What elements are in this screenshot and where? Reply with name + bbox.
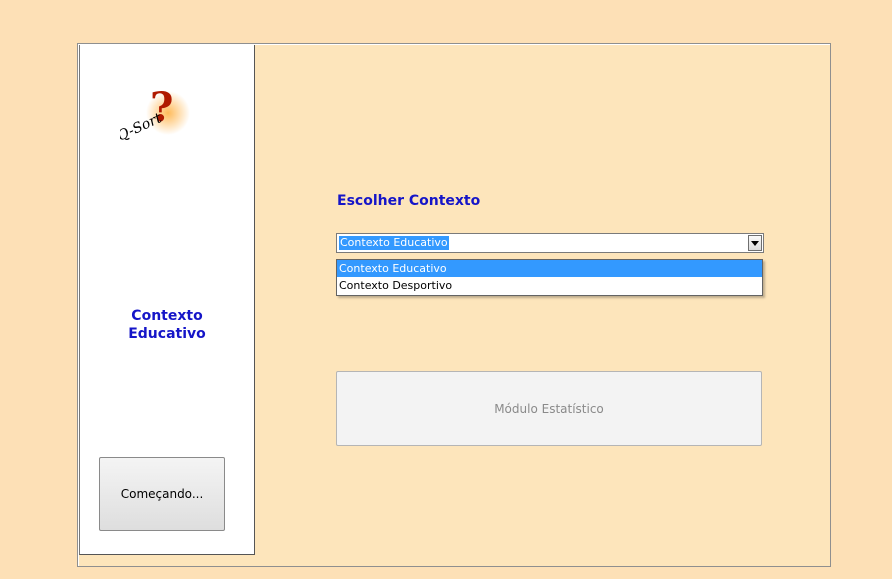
q-sort-logo: ? Q-Sort <box>120 91 190 145</box>
context-combobox[interactable]: Contexto Educativo <box>336 233 764 253</box>
start-button[interactable]: Começando... <box>99 457 225 531</box>
choose-context-title: Escolher Contexto <box>337 193 481 209</box>
statistics-module-button[interactable]: Módulo Estatístico <box>336 371 762 446</box>
dropdown-option-desportivo[interactable]: Contexto Desportivo <box>337 277 762 294</box>
dropdown-option-educativo[interactable]: Contexto Educativo <box>337 260 762 277</box>
svg-text:Q-Sort: Q-Sort <box>120 110 165 145</box>
combo-selected-value: Contexto Educativo <box>339 236 449 250</box>
context-dropdown-list: Contexto Educativo Contexto Desportivo <box>336 259 763 296</box>
chevron-down-icon[interactable] <box>748 235 762 251</box>
current-context-label: Contexto Educativo <box>128 308 206 342</box>
